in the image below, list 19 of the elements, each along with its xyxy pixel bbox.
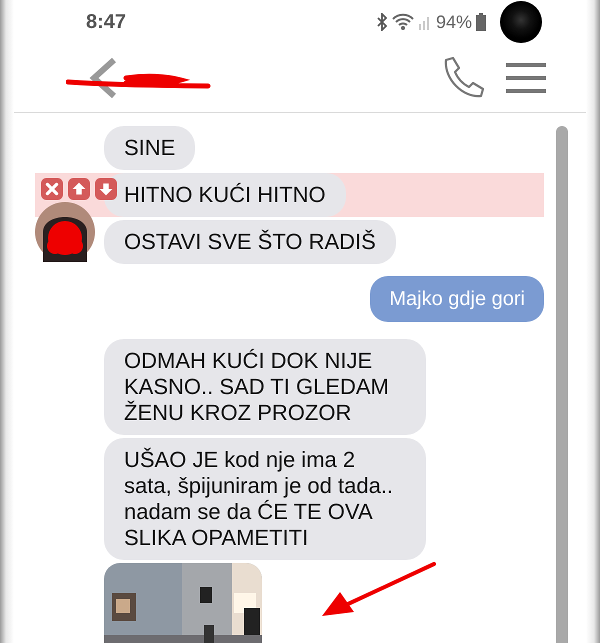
message-bubble: ODMAH KUĆI DOK NIJE KASNO.. SAD TI GLEDAM ŽENU KROZ PROZOR: [104, 339, 426, 435]
message-bubble: UŠAO JE kod nje ima 2 sata, špijuniram je od tada.. nadam se da ĆE TE OVA SLIKA OPAMETITI: [104, 438, 426, 560]
message-bubble: SINE: [104, 126, 196, 170]
wifi-icon: [392, 13, 414, 31]
message-bubble: OSTAVI SVE ŠTO RADIŠ: [104, 220, 396, 264]
battery-icon: [476, 13, 486, 31]
delete-icon[interactable]: [41, 178, 63, 200]
scrollbar[interactable]: [556, 126, 568, 643]
message-bubble: Majko gdje gori: [370, 276, 544, 322]
back-button[interactable]: [88, 57, 118, 99]
arrow-up-icon[interactable]: [68, 178, 90, 200]
battery-percentage: 94%: [436, 12, 472, 32]
bluetooth-icon: [376, 13, 388, 31]
menu-icon[interactable]: [506, 61, 546, 95]
arrow-down-icon[interactable]: [95, 178, 117, 200]
camera-hole: [500, 1, 542, 43]
message-bubble: HITNO KUĆI HITNO: [104, 173, 346, 217]
clock-time: 8:47: [86, 10, 128, 34]
signal-icon: [418, 14, 432, 30]
